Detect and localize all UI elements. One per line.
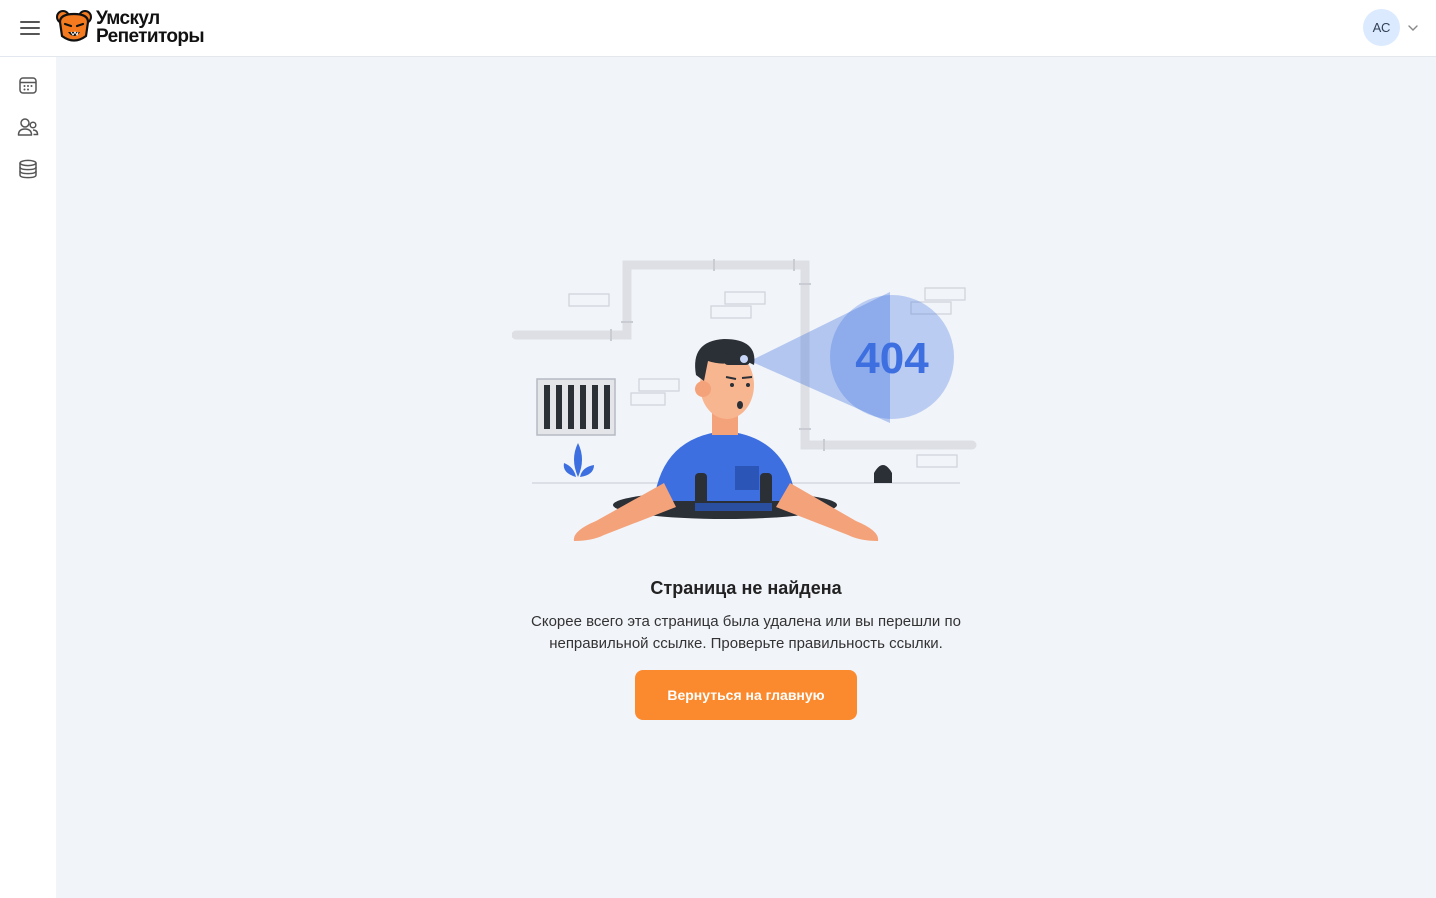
bear-logo-icon (56, 10, 92, 42)
chevron-down-icon[interactable] (1408, 24, 1418, 31)
not-found-illustration: 404 (512, 259, 977, 541)
error-description: Скорее всего эта страница была удалена и… (531, 613, 961, 652)
database-icon (19, 159, 37, 179)
user-menu[interactable]: АС (1363, 9, 1418, 46)
sidebar-item-users[interactable] (16, 115, 40, 139)
sidebar (0, 57, 56, 898)
error-code-text: 404 (855, 334, 929, 383)
users-icon (17, 118, 39, 136)
error-title: Страница не найдена (650, 578, 842, 598)
hamburger-icon (20, 21, 40, 35)
logo-line-2: Репетиторы (96, 26, 205, 47)
calendar-icon (19, 77, 37, 94)
logo[interactable]: Умскул Репетиторы (56, 9, 205, 47)
sidebar-item-database[interactable] (16, 157, 40, 181)
sidebar-item-calendar[interactable] (16, 73, 40, 97)
top-header: Умскул Репетиторы АС (0, 0, 1436, 57)
main-content: 404 Страница не найдена Скорее всего эта… (56, 57, 1436, 898)
avatar[interactable]: АС (1363, 9, 1400, 46)
menu-toggle-button[interactable] (0, 0, 60, 57)
back-home-button[interactable]: Вернуться на главную (635, 670, 857, 720)
